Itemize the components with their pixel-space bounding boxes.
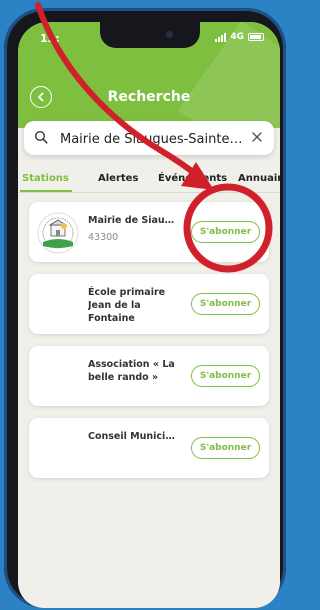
phone-frame: 13: 4G Recherche Mairie de Siaugues-Sain… bbox=[4, 8, 286, 608]
tab-annuaire[interactable]: Annuaire bbox=[238, 173, 280, 184]
active-tab-indicator bbox=[20, 190, 72, 192]
phone-notch bbox=[100, 22, 200, 48]
result-card[interactable]: École primaire Jean de la Fontaine S'abo… bbox=[29, 274, 269, 334]
status-indicators: 4G bbox=[215, 32, 264, 42]
search-icon bbox=[34, 130, 48, 144]
network-label: 4G bbox=[230, 32, 244, 42]
subscribe-button[interactable]: S'abonner bbox=[191, 221, 260, 243]
result-card[interactable]: Conseil Municipal S'abonner bbox=[29, 418, 269, 478]
clear-icon[interactable] bbox=[250, 130, 264, 144]
result-postcode: 43300 bbox=[88, 232, 119, 243]
tab-bar: Stations Alertes Événements Annuaire bbox=[18, 170, 280, 194]
result-card[interactable]: Association « La belle rando » S'abonner bbox=[29, 346, 269, 406]
search-bar bbox=[24, 121, 274, 155]
mairie-logo-icon bbox=[37, 212, 79, 254]
subscribe-button[interactable]: S'abonner bbox=[191, 293, 260, 315]
result-card[interactable]: Mairie de Siaugu… 43300 S'abonner bbox=[29, 202, 269, 262]
page-title: Recherche bbox=[107, 89, 191, 105]
signal-icon bbox=[215, 32, 227, 42]
subscribe-button[interactable]: S'abonner bbox=[191, 437, 260, 459]
result-name: École primaire Jean de la Fontaine bbox=[88, 287, 166, 324]
tab-stations[interactable]: Stations bbox=[22, 173, 69, 184]
result-name: Mairie de Siaugu… bbox=[88, 215, 180, 226]
tab-divider bbox=[18, 192, 280, 193]
tab-evenements[interactable]: Événements bbox=[158, 173, 227, 184]
battery-icon bbox=[248, 33, 264, 41]
result-name: Conseil Municipal bbox=[88, 431, 180, 442]
app-screen: 13: 4G Recherche Mairie de Siaugues-Sain… bbox=[18, 22, 280, 608]
subscribe-button[interactable]: S'abonner bbox=[191, 365, 260, 387]
tab-alertes[interactable]: Alertes bbox=[98, 173, 138, 184]
camera-icon bbox=[166, 31, 173, 38]
status-time: 13: bbox=[40, 32, 60, 45]
search-input[interactable] bbox=[58, 127, 252, 151]
result-name: Association « La belle rando » bbox=[88, 359, 175, 383]
